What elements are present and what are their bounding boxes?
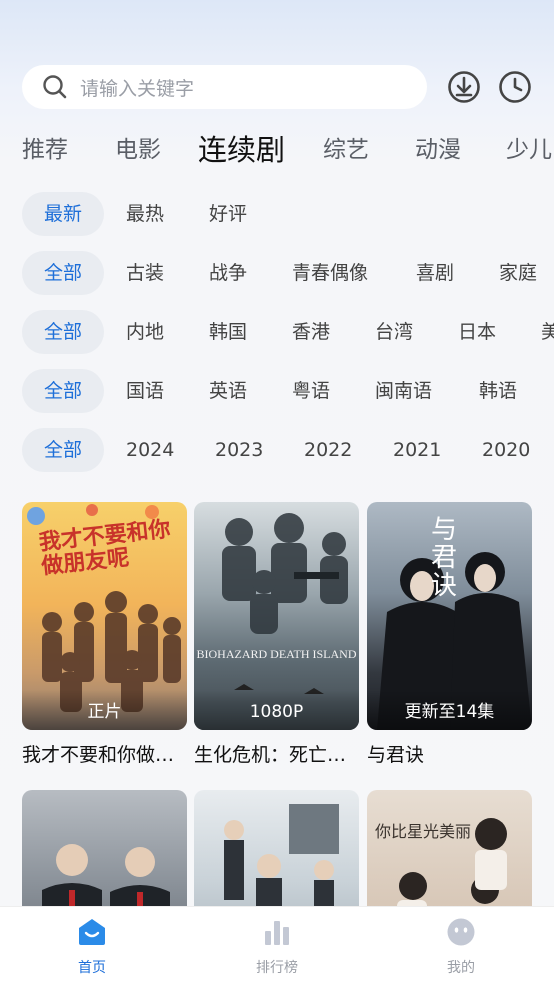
status-badge: 1080P xyxy=(194,690,359,730)
filter-row-region: 全部 内地 韩国 香港 台湾 日本 美 xyxy=(0,310,554,354)
poster-image: 我才不要和你做朋友呢 正片 xyxy=(22,502,187,730)
search-input[interactable]: 请输入关键字 xyxy=(22,65,427,109)
filter-chip[interactable]: 最热 xyxy=(126,192,164,236)
filter-chip[interactable]: 国语 xyxy=(126,369,164,413)
tab-movie[interactable]: 电影 xyxy=(115,128,161,172)
nav-label: 首页 xyxy=(78,960,106,976)
card-title: 我才不要和你做… xyxy=(22,744,175,766)
nav-label: 排行榜 xyxy=(256,960,298,976)
tab-kids[interactable]: 少儿 xyxy=(506,128,552,172)
filter-chip[interactable]: 台湾 xyxy=(375,310,413,354)
tab-series[interactable]: 连续剧 xyxy=(198,128,285,172)
filter-chip[interactable]: 内地 xyxy=(126,310,164,354)
ranking-icon xyxy=(265,921,289,945)
video-card[interactable]: 我才不要和你做朋友呢 正片 我才不要和你做… xyxy=(22,502,187,767)
filter-chip[interactable]: 英语 xyxy=(209,369,247,413)
filter-chip[interactable]: 2022 xyxy=(304,428,352,472)
status-badge: 更新至14集 xyxy=(367,690,532,730)
filter-chip[interactable]: 全部 xyxy=(22,428,104,472)
filter-chip[interactable]: 2020 xyxy=(482,428,530,472)
filter-chip[interactable]: 喜剧 xyxy=(416,251,454,295)
filter-row-sort: 最新 最热 好评 xyxy=(0,192,554,236)
nav-profile[interactable]: 我的 xyxy=(401,917,521,977)
filter-chip[interactable]: 全部 xyxy=(22,310,104,354)
filter-chip[interactable]: 全部 xyxy=(22,251,104,295)
status-badge: 正片 xyxy=(22,690,187,730)
poster-title-text: BIOHAZARD DEATH ISLAND xyxy=(196,647,357,661)
filter-chip[interactable]: 韩国 xyxy=(209,310,247,354)
home-icon xyxy=(79,919,105,945)
nav-label: 我的 xyxy=(447,960,475,976)
filter-chip[interactable]: 青春偶像 xyxy=(292,251,368,295)
nav-ranking[interactable]: 排行榜 xyxy=(217,917,337,977)
poster-title-text: 你比星光美丽 xyxy=(375,822,472,841)
video-card[interactable]: BIOHAZARD DEATH ISLAND 1080P 生化危机：死亡… xyxy=(194,502,359,767)
filter-chip[interactable]: 韩语 xyxy=(479,369,517,413)
filter-chip[interactable]: 古装 xyxy=(126,251,164,295)
poster-title-text: 与君诀 xyxy=(431,515,458,601)
search-placeholder: 请输入关键字 xyxy=(80,77,195,100)
filter-chip[interactable]: 好评 xyxy=(209,192,247,236)
filter-row-language: 全部 国语 英语 粤语 闽南语 韩语 xyxy=(0,369,554,413)
filter-chip[interactable]: 2024 xyxy=(126,428,174,472)
filter-chip[interactable]: 美 xyxy=(541,310,554,354)
filter-chip[interactable]: 战争 xyxy=(209,251,247,295)
tab-variety[interactable]: 综艺 xyxy=(323,128,369,172)
filter-chip[interactable]: 全部 xyxy=(22,369,104,413)
card-title: 生化危机：死亡… xyxy=(194,744,347,766)
filter-chip[interactable]: 香港 xyxy=(292,310,330,354)
history-icon[interactable] xyxy=(498,70,532,104)
filter-row-year: 全部 2024 2023 2022 2021 2020 xyxy=(0,428,554,472)
poster-image: 与君诀 更新至14集 xyxy=(367,502,532,730)
filter-chip[interactable]: 粤语 xyxy=(292,369,330,413)
bottom-nav: 首页 排行榜 我的 xyxy=(0,906,554,984)
filter-chip[interactable]: 家庭 xyxy=(499,251,537,295)
filter-chip[interactable]: 2021 xyxy=(393,428,441,472)
video-card[interactable]: 与君诀 更新至14集 与君诀 xyxy=(367,502,532,767)
download-icon[interactable] xyxy=(447,70,481,104)
tab-recommend[interactable]: 推荐 xyxy=(22,128,68,172)
filter-row-genre: 全部 古装 战争 青春偶像 喜剧 家庭 xyxy=(0,251,554,295)
filter-chip[interactable]: 日本 xyxy=(458,310,496,354)
filter-chip[interactable]: 最新 xyxy=(22,192,104,236)
poster-image: BIOHAZARD DEATH ISLAND 1080P xyxy=(194,502,359,730)
filter-chip[interactable]: 2023 xyxy=(215,428,263,472)
search-icon xyxy=(43,75,67,99)
filter-chip[interactable]: 闽南语 xyxy=(375,369,432,413)
card-title: 与君诀 xyxy=(367,744,425,766)
nav-home[interactable]: 首页 xyxy=(32,917,152,977)
profile-icon xyxy=(447,918,475,946)
category-tabs: 推荐 电影 连续剧 综艺 动漫 少儿 xyxy=(0,128,554,176)
tab-anime[interactable]: 动漫 xyxy=(415,128,461,172)
